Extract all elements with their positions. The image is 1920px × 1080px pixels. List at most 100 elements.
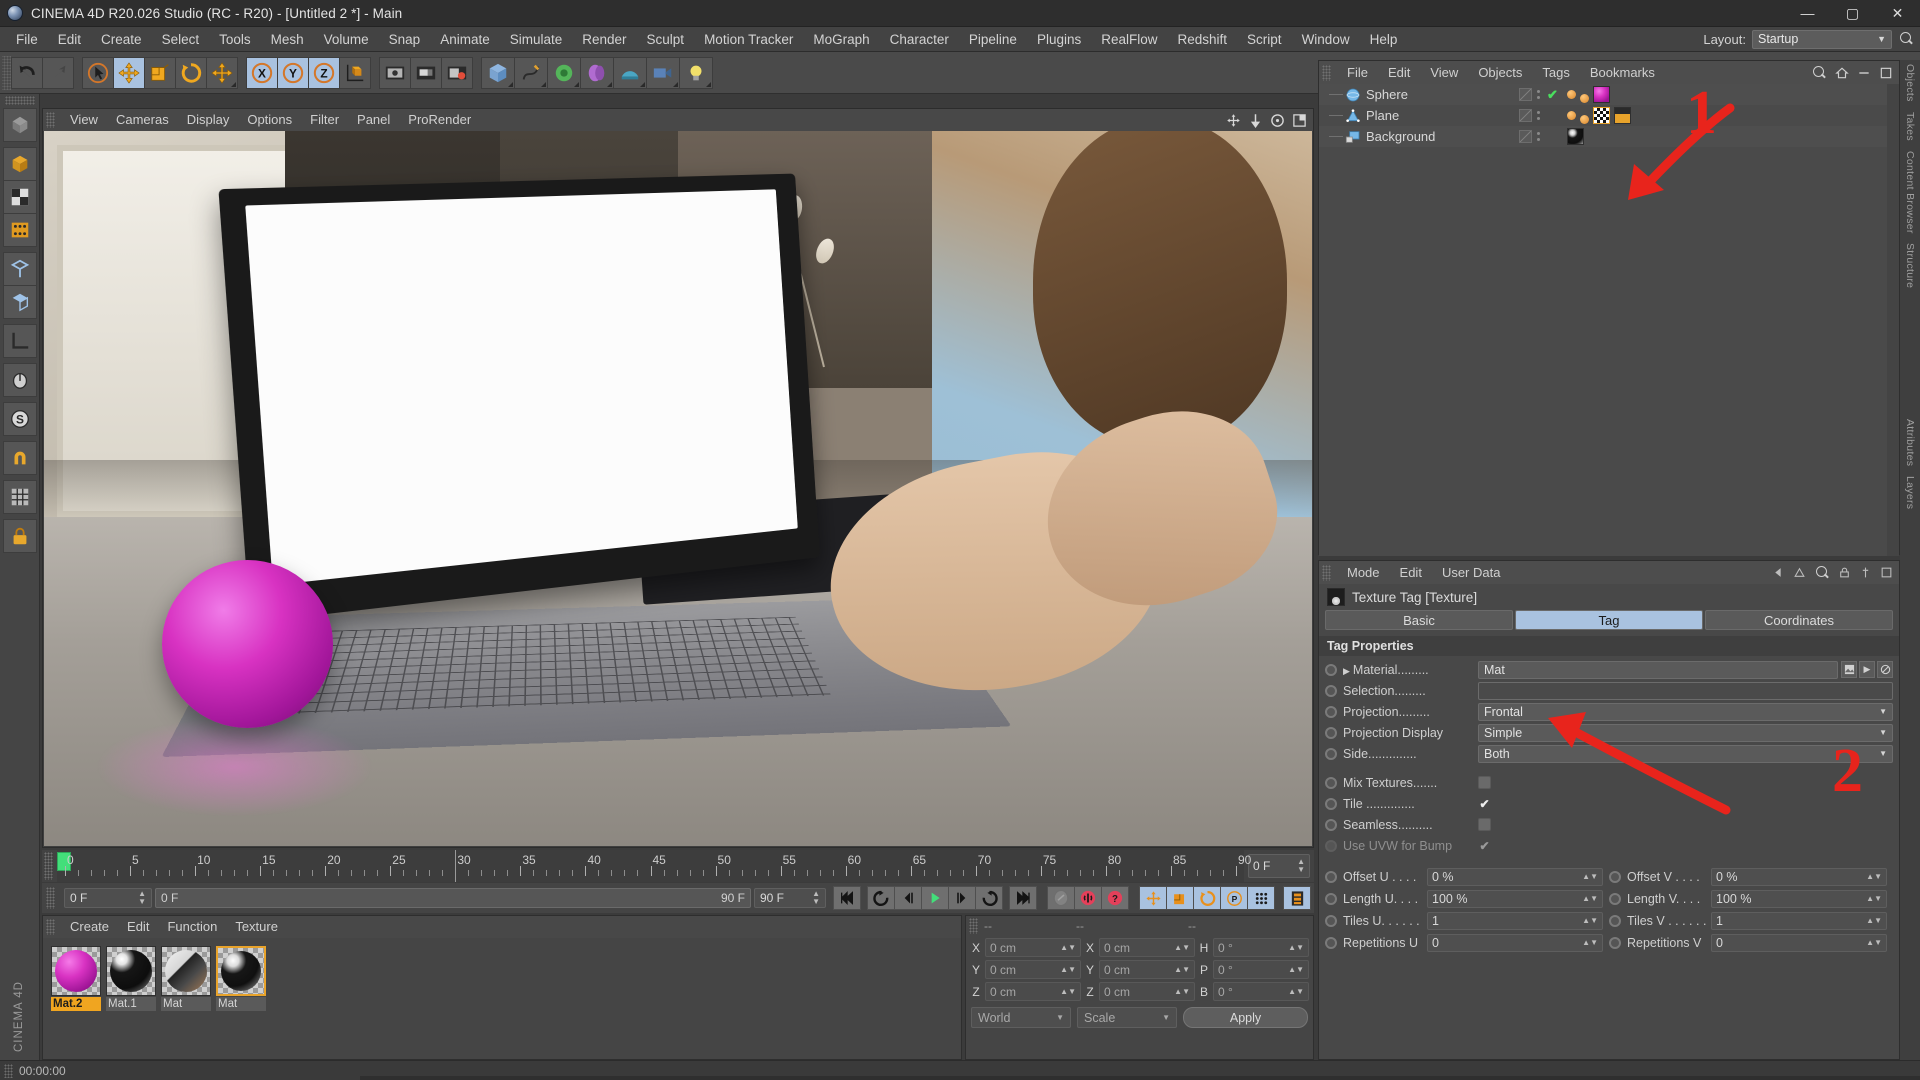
up-arrow-icon[interactable] [1793, 566, 1806, 579]
edge-tab-takes[interactable]: Takes [1904, 112, 1916, 141]
viewport-canvas[interactable] [44, 131, 1312, 846]
pan-icon[interactable] [1226, 113, 1241, 128]
checker-material-tag-icon[interactable] [1593, 107, 1610, 124]
object-row-sphere[interactable]: Sphere ✔ [1319, 84, 1899, 105]
material-menu-create[interactable]: Create [61, 916, 118, 938]
position-x-input[interactable]: 0 cm ▲▼ [985, 938, 1081, 957]
position-y-input[interactable]: 0 cm ▲▼ [985, 960, 1081, 979]
maximize-view-icon[interactable] [1292, 113, 1307, 128]
animate-radio-icon[interactable] [1325, 726, 1337, 739]
workplane-button[interactable] [2, 324, 37, 358]
projection-dropdown[interactable]: Frontal ▼ [1478, 702, 1893, 721]
palette-grip[interactable] [4, 96, 35, 105]
spinner-icon[interactable]: ▲▼ [1582, 872, 1598, 881]
play-button[interactable] [921, 886, 949, 910]
menu-script[interactable]: Script [1237, 27, 1292, 52]
menu-volume[interactable]: Volume [314, 27, 379, 52]
scale-tool-button[interactable] [144, 56, 176, 89]
lock-icon[interactable] [1838, 566, 1851, 579]
tab-tag[interactable]: Tag [1515, 610, 1703, 630]
enabled-check-icon[interactable]: ✔ [1547, 87, 1558, 103]
spinner-icon[interactable]: ▲▼ [1174, 943, 1190, 952]
orange-dot-tag-icon[interactable] [1567, 111, 1576, 120]
lock-icon[interactable] [2, 519, 37, 553]
apply-button[interactable]: Apply [1183, 1007, 1308, 1028]
animate-radio-icon[interactable] [1325, 797, 1337, 810]
material-name[interactable]: Mat [216, 997, 266, 1011]
spinner-icon[interactable]: ▲▼ [1060, 943, 1076, 952]
y-axis-button[interactable]: Y [277, 56, 309, 89]
x-axis-button[interactable]: X [246, 56, 278, 89]
animate-radio-icon[interactable] [1325, 705, 1337, 718]
frame-range-slider[interactable]: 0 F 90 F [155, 888, 751, 908]
menu-motion-tracker[interactable]: Motion Tracker [694, 27, 803, 52]
orange-dot-tag-icon[interactable] [1567, 90, 1576, 99]
position-key-button[interactable] [1139, 886, 1167, 910]
spinner-icon[interactable]: ▲▼ [1866, 916, 1882, 925]
size-x-input[interactable]: 0 cm ▲▼ [1099, 938, 1195, 957]
add-deformer-button[interactable] [580, 56, 614, 89]
transport-grip[interactable] [46, 887, 55, 909]
visibility-toggle-icon[interactable] [1519, 130, 1532, 143]
menu-create[interactable]: Create [91, 27, 152, 52]
magenta-material-tag-icon[interactable] [1593, 86, 1610, 103]
spinner-icon[interactable]: ▲▼ [812, 890, 820, 906]
z-axis-button[interactable]: Z [308, 56, 340, 89]
menu-simulate[interactable]: Simulate [500, 27, 573, 52]
record-active-objects-button[interactable] [1047, 886, 1075, 910]
animate-radio-icon[interactable] [1325, 663, 1337, 676]
toolbar-grip[interactable] [2, 55, 11, 90]
edge-tab-objects[interactable]: Objects [1904, 64, 1916, 102]
object-manager-grip[interactable] [1322, 64, 1331, 81]
visibility-dots-icon[interactable] [1536, 111, 1540, 120]
magnet-snap-icon[interactable] [2, 441, 37, 475]
spinner-icon[interactable]: ▲▼ [1866, 894, 1882, 903]
object-menu-file[interactable]: File [1337, 61, 1378, 84]
soft-selection-button[interactable]: S [2, 402, 37, 436]
object-manager-scrollbar[interactable] [1887, 84, 1899, 556]
material-menu-function[interactable]: Function [158, 916, 226, 938]
material-item[interactable]: Mat [161, 946, 211, 1011]
animate-radio-icon[interactable] [1609, 870, 1621, 883]
size-z-input[interactable]: 0 cm ▲▼ [1099, 982, 1195, 1001]
status-bar-grip[interactable] [4, 1063, 13, 1078]
tile-checkbox[interactable]: ✔ [1478, 797, 1491, 811]
add-spline-button[interactable] [514, 56, 548, 89]
live-selection-button[interactable] [82, 56, 114, 89]
menu-tools[interactable]: Tools [209, 27, 261, 52]
material-name[interactable]: Mat.1 [106, 997, 156, 1011]
world-object-axis-button[interactable] [339, 56, 371, 89]
length-u-input[interactable]: 100 % ▲▼ [1427, 889, 1603, 908]
animate-radio-icon[interactable] [1609, 914, 1621, 927]
edge-tab-layers[interactable]: Layers [1904, 476, 1916, 509]
material-preview[interactable] [216, 946, 266, 996]
make-editable-button[interactable] [2, 108, 37, 142]
repetitions-v-input[interactable]: 0 ▲▼ [1711, 933, 1887, 952]
visibility-toggle-icon[interactable] [1519, 109, 1532, 122]
start-frame-field[interactable]: 0 F ▲ ▼ [64, 888, 152, 908]
menu-plugins[interactable]: Plugins [1027, 27, 1091, 52]
attribute-menu-edit[interactable]: Edit [1390, 561, 1432, 584]
rotate-tool-button[interactable] [175, 56, 207, 89]
edges-mode-button[interactable] [2, 252, 37, 286]
search-icon[interactable] [1898, 31, 1914, 47]
material-next-button[interactable]: ▶ [1859, 661, 1875, 678]
position-z-input[interactable]: 0 cm ▲▼ [985, 982, 1081, 1001]
menu-realflow[interactable]: RealFlow [1091, 27, 1167, 52]
side-dropdown[interactable]: Both ▼ [1478, 744, 1893, 763]
material-menu-edit[interactable]: Edit [118, 916, 158, 938]
render-view-button[interactable] [379, 56, 411, 89]
seamless-checkbox[interactable] [1478, 818, 1491, 831]
spinner-icon[interactable]: ▲▼ [1582, 938, 1598, 947]
expand-icon[interactable] [1879, 66, 1893, 80]
polygons-mode-button[interactable] [2, 285, 37, 319]
spinner-icon[interactable]: ▲▼ [1582, 916, 1598, 925]
viewport-menu-filter[interactable]: Filter [301, 109, 348, 131]
undo-button[interactable] [11, 56, 43, 89]
menu-redshift[interactable]: Redshift [1168, 27, 1238, 52]
menu-pipeline[interactable]: Pipeline [959, 27, 1027, 52]
animate-radio-icon[interactable] [1325, 747, 1337, 760]
orange-dot-tag-icon[interactable] [1580, 115, 1589, 124]
back-arrow-icon[interactable] [1772, 566, 1785, 579]
animate-radio-icon[interactable] [1325, 892, 1337, 905]
